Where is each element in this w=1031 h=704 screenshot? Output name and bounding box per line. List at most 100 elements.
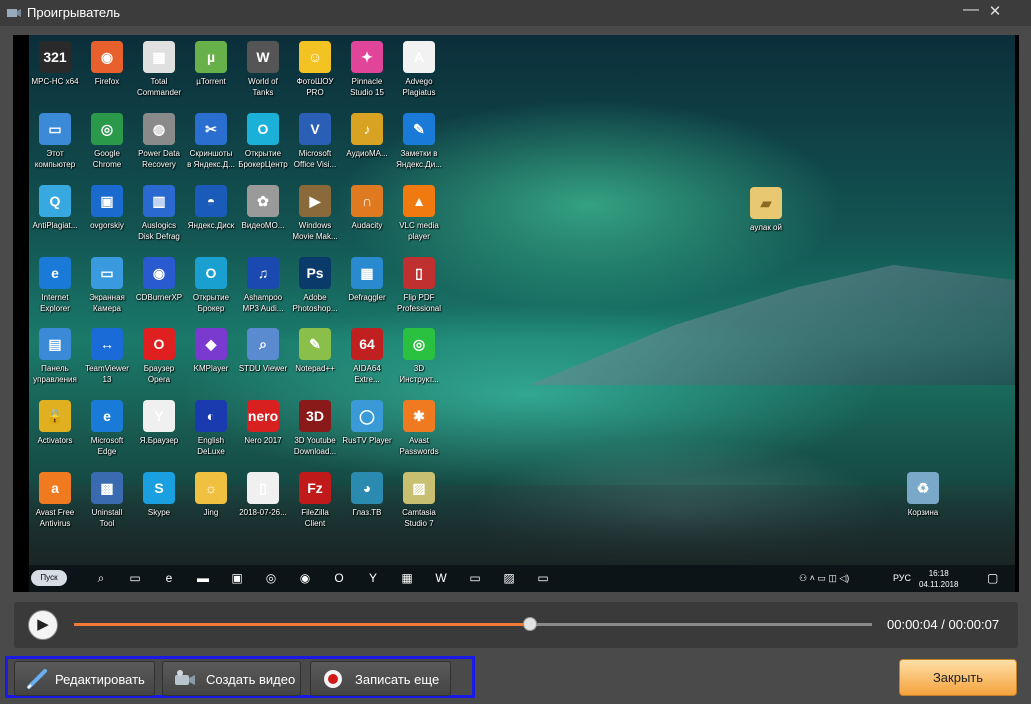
desktop-icon-label: FileZilla Client	[301, 508, 329, 528]
playback-bar: ▶ 00:00:04 / 00:00:07	[14, 602, 1018, 648]
desktop-icon-label: Advego Plagiatus	[402, 77, 436, 97]
desktop-icon-label: STDU Viewer	[238, 364, 288, 373]
desktop-icon-label: Uninstall Tool	[91, 508, 123, 528]
desktop-icon: ∩ Audacity	[337, 185, 397, 253]
edit-button[interactable]: Редактировать	[14, 661, 155, 696]
desktop-icon-label: Microsoft Office Visi...	[293, 149, 337, 169]
notification-icon: ▢	[987, 571, 999, 585]
desktop-icon: ◕ Глаз.ТВ	[337, 472, 397, 540]
desktop-icon-label: Windows Movie Mak...	[292, 221, 338, 241]
app-camera-icon	[7, 9, 21, 17]
desktop-icon-label: VLC media player	[399, 221, 439, 241]
taskbar-app-icon: e	[165, 571, 173, 585]
minimize-button[interactable]: —	[961, 2, 981, 22]
desktop-icon-label: Глаз.ТВ	[352, 508, 382, 517]
taskbar-app-icon: ▭	[129, 571, 141, 585]
close-window-button[interactable]: ✕	[985, 2, 1005, 22]
app-icon: ▶	[299, 185, 331, 217]
record-more-button[interactable]: Записать еще	[310, 661, 451, 696]
create-video-button-label: Создать видео	[206, 672, 296, 687]
desktop-icon: ♫ Ashampoo MP3 Audi...	[233, 257, 293, 325]
app-icon: ✎	[403, 113, 435, 145]
folder-icon: ▰	[750, 187, 782, 219]
desktop-icon: ◐ English DeLuxe	[181, 400, 241, 468]
app-icon: ✎	[299, 328, 331, 360]
desktop-icon-label: Audacity	[351, 221, 383, 230]
desktop-icon-label: Auslogics Disk Defrag	[138, 221, 180, 241]
seek-thumb[interactable]	[522, 617, 537, 631]
taskbar-app-icon: ▨	[503, 571, 515, 585]
desktop-icon-label: TeamViewer 13	[85, 364, 129, 384]
taskbar-app-icon: ⌕	[97, 571, 105, 585]
desktop-icon: ◎ Google Chrome	[77, 113, 137, 181]
app-icon: ↔	[91, 328, 123, 360]
app-icon: ◎	[403, 328, 435, 360]
app-icon: µ	[195, 41, 227, 73]
desktop-icon-label: ВидеоМО...	[241, 221, 285, 230]
desktop-icon-label: Firefox	[94, 77, 120, 86]
desktop-icon: O Открытие Брокер	[181, 257, 241, 325]
app-icon: V	[299, 113, 331, 145]
app-icon: ▲	[403, 185, 435, 217]
desktop-icon: ◉ Firefox	[77, 41, 137, 109]
desktop-icon: Ps Adobe Photoshop...	[285, 257, 345, 325]
desktop-icon-label: World of Tanks	[248, 77, 278, 97]
desktop-icon: ♪ АудиоМА...	[337, 113, 397, 181]
desktop-icon: ▥ Auslogics Disk Defrag	[129, 185, 189, 253]
desktop-icon-label: Открытие Брокер	[192, 293, 230, 313]
taskbar-app-icon: ▣	[231, 571, 243, 585]
app-icon: a	[39, 472, 71, 504]
desktop-icon-label: Я.Браузер	[139, 436, 179, 445]
record-more-button-label: Записать еще	[355, 672, 440, 687]
desktop-icon-label: АудиоМА...	[346, 149, 388, 158]
desktop-icon: O Открытие БрокерЦентр	[233, 113, 293, 181]
desktop-icon: ▨ Camtasia Studio 7	[389, 472, 449, 540]
desktop-icon-label: CDBurnerXP	[135, 293, 183, 302]
desktop-icon: ✱ Avast Passwords	[389, 400, 449, 468]
desktop-icon: ◍ Power Data Recovery	[129, 113, 189, 181]
desktop-icon-label: Корзина	[907, 508, 939, 517]
seek-progress	[74, 623, 530, 626]
app-icon: ▦	[351, 257, 383, 289]
desktop-icon: S Skype	[129, 472, 189, 540]
desktop-icon-label: Adobe Photoshop...	[292, 293, 338, 313]
app-icon: ◕	[351, 472, 383, 504]
desktop-icon-label: µTorrent	[196, 77, 226, 86]
app-icon: ◆	[195, 328, 227, 360]
app-icon: nero	[247, 400, 279, 432]
app-icon: Fz	[299, 472, 331, 504]
desktop-icon: ◆ KMPlayer	[181, 328, 241, 396]
desktop-icon: Fz FileZilla Client	[285, 472, 345, 540]
desktop-icon: ▦ Defraggler	[337, 257, 397, 325]
create-video-button[interactable]: Создать видео	[162, 661, 301, 696]
app-icon: ✿	[247, 185, 279, 217]
recorded-desktop-frame: 321 MPC-HC x64 ◉ Firefox ▦ Total Commander µ µT…	[29, 35, 1015, 592]
app-icon: ◎	[91, 113, 123, 145]
desktop-icon-label: Открытие БрокерЦентр	[238, 149, 288, 169]
desktop-icon: ◉ CDBurnerXP	[129, 257, 189, 325]
edit-button-label: Редактировать	[55, 672, 145, 687]
desktop-icon-label: Power Data Recovery	[138, 149, 180, 169]
desktop-icon-label: Браузер Opera	[143, 364, 175, 384]
app-icon: ▥	[143, 185, 175, 217]
desktop-icon-label: KMPlayer	[193, 364, 229, 373]
start-button-label: Пуск	[31, 570, 67, 586]
desktop-icon-label: Notepad++	[295, 364, 335, 373]
desktop-icon: V Microsoft Office Visi...	[285, 113, 345, 181]
desktop-icon: A Advego Plagiatus	[389, 41, 449, 109]
film-camera-icon	[175, 670, 195, 685]
taskbar-app-icon: O	[334, 571, 344, 585]
seek-track[interactable]	[74, 617, 872, 631]
taskbar-app-icon: ▦	[401, 571, 413, 585]
current-time: 00:00:04	[887, 617, 938, 632]
app-icon: S	[143, 472, 175, 504]
app-icon: e	[91, 400, 123, 432]
app-icon: Ps	[299, 257, 331, 289]
app-icon: ♪	[351, 113, 383, 145]
app-icon: ◉	[91, 41, 123, 73]
app-icon: ▯	[247, 472, 279, 504]
app-icon: ✂	[195, 113, 227, 145]
desktop-icon-label: Camtasia Studio 7	[402, 508, 436, 528]
play-button[interactable]: ▶	[28, 610, 58, 640]
close-button[interactable]: Закрыть	[899, 659, 1017, 696]
